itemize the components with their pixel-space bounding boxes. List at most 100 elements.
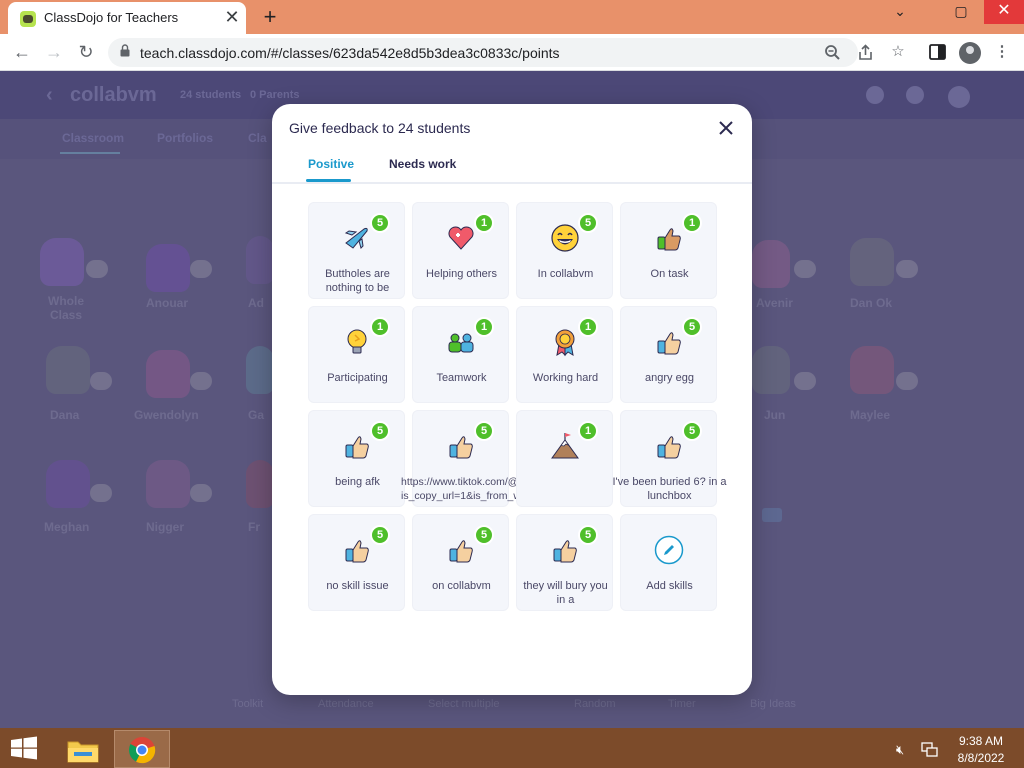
student-points-badge (190, 260, 212, 278)
bookmark-star-icon[interactable]: ☆ (888, 42, 908, 62)
tab-needs-work[interactable]: Needs work (389, 157, 456, 171)
restore-window-icon[interactable]: ▢ (941, 0, 981, 24)
close-window-icon[interactable]: ✕ (984, 0, 1024, 24)
student-avatar (850, 346, 894, 394)
tab-search-icon[interactable]: ⌄ (880, 0, 920, 24)
account-avatar (948, 86, 970, 108)
student-name: Ad (248, 296, 264, 310)
student-points-badge (190, 484, 212, 502)
back-icon[interactable]: ← (10, 40, 34, 64)
student-avatar (146, 244, 190, 292)
points-badge: 1 (682, 213, 702, 233)
file-explorer-taskbar-button[interactable] (56, 730, 112, 768)
student-points-badge (90, 484, 112, 502)
close-icon[interactable] (716, 118, 736, 138)
bg-tab-classroom: Classroom (62, 131, 125, 145)
classdojo-favicon-icon (20, 11, 36, 27)
student-avatar (246, 346, 274, 394)
skill-card[interactable]: 5 https://www.tiktok.com/@j0ck_636/video… (401, 410, 609, 507)
skill-card[interactable]: 5 on collabvm (412, 514, 509, 611)
notifications-icon (866, 86, 884, 104)
student-name: Whole Class (48, 294, 84, 322)
student-avatar (40, 238, 84, 286)
footer-attendance: Attendance (318, 698, 374, 710)
medal-icon (555, 329, 575, 357)
points-badge: 5 (682, 317, 702, 337)
add-skills-button[interactable]: Add skills (620, 514, 717, 611)
skill-card[interactable]: 5 no skill issue (308, 514, 405, 611)
clock-date[interactable]: 8/8/2022 (952, 751, 1010, 765)
points-badge: 1 (578, 421, 598, 441)
student-points-badge (896, 372, 918, 390)
points-badge: 5 (370, 525, 390, 545)
back-arrow-icon: ‹ (46, 84, 53, 106)
skill-label: https://www.tiktok.com/@j0ck_636/video/7… (401, 476, 609, 502)
zoom-icon[interactable] (824, 44, 841, 61)
points-badge: 5 (682, 421, 702, 441)
tab-divider (272, 182, 752, 184)
student-avatar (752, 346, 790, 394)
student-points-badge (794, 372, 816, 390)
points-badge: 1 (474, 317, 494, 337)
student-name: Gwendolyn (134, 408, 199, 422)
skill-card[interactable]: 1 Helping others (412, 202, 509, 299)
skill-card[interactable]: 1 Working hard (516, 306, 613, 403)
student-avatar (246, 236, 274, 284)
footer-big-ideas: Big Ideas (750, 698, 796, 710)
points-badge: 1 (474, 213, 494, 233)
skill-card[interactable]: 5 they will bury you in a (516, 514, 613, 611)
skill-card[interactable]: 5 In collabvm (516, 202, 613, 299)
student-name: Meghan (44, 520, 90, 534)
bg-tab-portfolios: Portfolios (157, 131, 213, 145)
student-points-badge (90, 372, 112, 390)
tab-close-icon[interactable]: ✕ (222, 6, 242, 28)
heart-icon (448, 226, 474, 250)
url-text[interactable]: teach.classdojo.com/#/classes/623da542e8… (140, 45, 560, 61)
modal-title: Give feedback to 24 students (289, 120, 471, 136)
skill-card[interactable]: 1 Participating (308, 306, 405, 403)
parents-count: 0 Parents (250, 89, 300, 101)
skill-card[interactable]: 5 I've been buried 6? in a lunchbox (612, 410, 727, 507)
skill-card[interactable]: 5 angry egg (620, 306, 717, 403)
share-icon[interactable] (857, 44, 874, 61)
new-tab-button[interactable]: + (258, 4, 282, 30)
profile-avatar[interactable] (959, 42, 981, 64)
points-badge: 5 (474, 421, 494, 441)
skill-label: Teamwork (436, 372, 487, 384)
thumbs-up-icon (345, 436, 369, 459)
student-name: Avenir (756, 296, 793, 310)
skill-card[interactable]: 1 Teamwork (412, 306, 509, 403)
chrome-taskbar-button[interactable] (114, 730, 170, 768)
skill-card[interactable]: 5 being afk (308, 410, 405, 507)
skill-card[interactable]: 1 (516, 410, 613, 507)
skill-label: Add skills (646, 580, 693, 592)
skill-label: Participating (327, 372, 388, 384)
lock-icon[interactable] (120, 44, 130, 57)
bg-tab-underline (60, 152, 120, 154)
student-name: Fr (248, 520, 260, 534)
thumbs-up-icon (449, 436, 473, 459)
clock-time[interactable]: 9:38 AM (952, 734, 1010, 748)
reload-icon[interactable]: ↻ (74, 40, 98, 64)
folder-icon (67, 741, 99, 763)
bg-tab-other: Cla (248, 131, 267, 145)
menu-kebab-icon[interactable]: ⋮ (992, 42, 1012, 62)
skill-label: no skill issue (326, 580, 389, 592)
network-icon[interactable] (921, 742, 939, 758)
forward-icon[interactable]: → (42, 40, 66, 64)
windows-start-icon[interactable] (10, 736, 38, 760)
student-name: Ga (248, 408, 265, 422)
skill-card[interactable]: 5 Buttholes are nothing to be (308, 202, 405, 299)
student-avatar (46, 346, 90, 394)
browser-tab[interactable]: ClassDojo for Teachers ✕ (8, 2, 246, 34)
student-avatar (46, 460, 90, 508)
points-badge: 5 (370, 213, 390, 233)
volume-muted-icon[interactable]: 🔇︎ (896, 742, 914, 757)
student-avatar (752, 240, 790, 288)
students-count: 24 students (180, 89, 242, 101)
thumbs-up-icon (657, 436, 681, 459)
skill-card[interactable]: 1 On task (620, 202, 717, 299)
tab-positive[interactable]: Positive (308, 157, 354, 171)
skill-label: on collabvm (432, 580, 491, 592)
side-panel-icon[interactable] (929, 44, 946, 60)
